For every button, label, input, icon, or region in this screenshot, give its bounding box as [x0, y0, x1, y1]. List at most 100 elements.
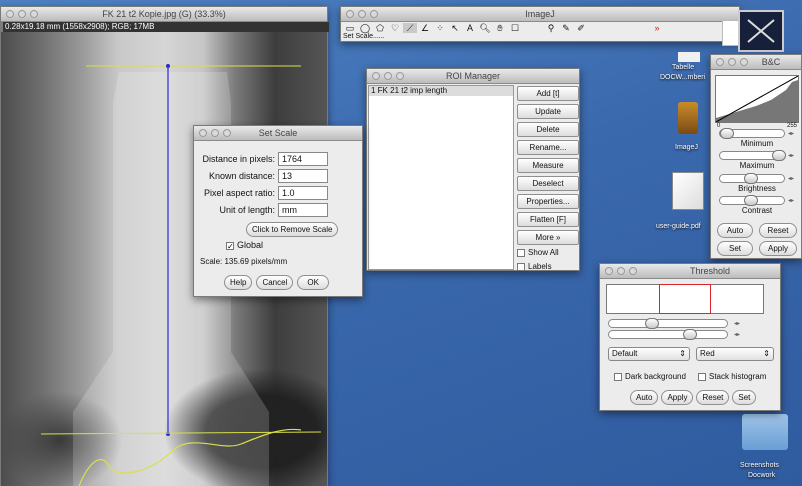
- zoom-light[interactable]: [740, 58, 748, 66]
- zoom-light[interactable]: [370, 10, 378, 18]
- labels-box[interactable]: [517, 262, 525, 271]
- brightness-knob[interactable]: [744, 173, 758, 184]
- threshold-max-knob[interactable]: [683, 329, 697, 340]
- ok-button[interactable]: OK: [297, 275, 329, 290]
- scale-line-start-handle[interactable]: [166, 64, 170, 68]
- zoom-light[interactable]: [396, 72, 404, 80]
- unit-input[interactable]: mm: [278, 202, 328, 217]
- angle-tool-icon[interactable]: ∠: [418, 23, 432, 33]
- roi-list-item[interactable]: 1 FK 21 t2 imp length: [369, 86, 513, 96]
- roi-manager-window[interactable]: ROI Manager 1 FK 21 t2 imp length Add [t…: [366, 68, 580, 271]
- bc-auto-button[interactable]: Auto: [717, 223, 753, 238]
- contrast-knob[interactable]: [744, 195, 758, 206]
- rename-button[interactable]: Rename...: [517, 140, 579, 155]
- close-light[interactable]: [716, 58, 724, 66]
- bc-apply-button[interactable]: Apply: [759, 241, 797, 256]
- pencil-tool-icon[interactable]: ✎: [559, 23, 573, 33]
- zoom-light[interactable]: [30, 10, 38, 18]
- brightness-slider[interactable]: [719, 173, 785, 184]
- stack-histogram-box[interactable]: [698, 372, 706, 381]
- more-tools-icon[interactable]: »: [650, 23, 664, 33]
- bc-set-button[interactable]: Set: [717, 241, 753, 256]
- close-light[interactable]: [372, 72, 380, 80]
- rectangle-tool-icon[interactable]: ▭: [343, 23, 357, 33]
- screenshots-folder-icon[interactable]: [742, 414, 788, 450]
- threshold-window[interactable]: Threshold ◂▸ ◂▸ Default ⇕ Red ⇕ Dark bac…: [599, 263, 781, 411]
- stack-histogram-checkbox[interactable]: Stack histogram: [698, 372, 766, 381]
- close-light[interactable]: [346, 10, 354, 18]
- properties-button[interactable]: Properties...: [517, 194, 579, 209]
- maximum-knob[interactable]: [772, 150, 786, 161]
- minimize-light[interactable]: [18, 10, 26, 18]
- threshold-auto-button[interactable]: Auto: [630, 390, 659, 405]
- minimum-arrows-icon[interactable]: ◂▸: [788, 130, 794, 137]
- minimum-knob[interactable]: [720, 128, 734, 139]
- distance-input[interactable]: 1764: [278, 151, 328, 166]
- contrast-arrows-icon[interactable]: ◂▸: [788, 197, 794, 204]
- threshold-reset-button[interactable]: Reset: [696, 390, 730, 405]
- roi-list[interactable]: 1 FK 21 t2 imp length: [368, 85, 514, 270]
- help-button[interactable]: Help: [224, 275, 253, 290]
- maximum-arrows-icon[interactable]: ◂▸: [788, 152, 794, 159]
- point-tool-icon[interactable]: ⁘: [433, 23, 447, 33]
- wand-tool-icon[interactable]: ↖: [448, 23, 462, 33]
- minimize-light[interactable]: [211, 129, 219, 137]
- add-button[interactable]: Add [t]: [517, 86, 579, 101]
- dark-background-checkbox[interactable]: Dark background: [614, 372, 686, 381]
- close-light[interactable]: [199, 129, 207, 137]
- minimum-slider[interactable]: [719, 128, 785, 139]
- bc-titlebar[interactable]: B&C: [711, 55, 801, 70]
- labels-checkbox[interactable]: Labels: [517, 262, 579, 271]
- global-checkbox[interactable]: Global: [226, 240, 362, 250]
- remove-scale-button[interactable]: Click to Remove Scale: [246, 222, 339, 237]
- imagej-window[interactable]: ImageJ ▭ ◯ ⬠ ♡ ⟋ ∠ ⁘ ↖ A 🔍︎ ✋︎ ☐ ⚲ ✎ ✐ »…: [340, 6, 740, 42]
- maximum-slider[interactable]: [719, 150, 786, 161]
- threshold-apply-button[interactable]: Apply: [661, 390, 694, 405]
- dark-background-box[interactable]: [614, 372, 622, 381]
- update-button[interactable]: Update: [517, 104, 579, 119]
- threshold-max-slider[interactable]: [608, 329, 728, 340]
- threshold-min-slider[interactable]: [608, 318, 728, 329]
- user-guide-icon[interactable]: [672, 172, 704, 210]
- method-select[interactable]: Default ⇕: [608, 347, 690, 361]
- set-scale-dialog[interactable]: Set Scale Distance in pixels: 1764 Known…: [193, 125, 363, 297]
- hand-tool-icon[interactable]: ✋︎: [493, 23, 507, 33]
- tabelle-icon[interactable]: [678, 52, 700, 62]
- threshold-max-arrows-icon[interactable]: ◂▸: [734, 331, 740, 338]
- mode-select[interactable]: Red ⇕: [696, 347, 774, 361]
- bc-reset-button[interactable]: Reset: [759, 223, 797, 238]
- threshold-set-button[interactable]: Set: [732, 390, 757, 405]
- show-all-checkbox[interactable]: Show All: [517, 248, 579, 257]
- magnifier-tool-icon[interactable]: 🔍︎: [478, 23, 492, 33]
- aspect-ratio-input[interactable]: 1.0: [278, 185, 328, 200]
- application-icon[interactable]: [738, 10, 784, 52]
- minimize-light[interactable]: [617, 267, 625, 275]
- minimize-light[interactable]: [728, 58, 736, 66]
- dropper-tool-icon[interactable]: ⚲: [544, 23, 558, 33]
- minimize-light[interactable]: [358, 10, 366, 18]
- zoom-light[interactable]: [629, 267, 637, 275]
- threshold-min-knob[interactable]: [645, 318, 659, 329]
- brightness-arrows-icon[interactable]: ◂▸: [788, 175, 794, 182]
- global-box[interactable]: [226, 241, 234, 250]
- cancel-button[interactable]: Cancel: [256, 275, 294, 290]
- threshold-titlebar[interactable]: Threshold: [600, 264, 780, 279]
- freehand-tool-icon[interactable]: ♡: [388, 23, 402, 33]
- brush-tool-icon[interactable]: ✐: [574, 23, 588, 33]
- imagej-microscope-icon[interactable]: [678, 102, 698, 134]
- known-distance-input[interactable]: 13: [278, 168, 328, 183]
- close-light[interactable]: [6, 10, 14, 18]
- color-picker-tool-icon[interactable]: ☐: [508, 23, 522, 33]
- deselect-button[interactable]: Deselect: [517, 176, 579, 191]
- oval-tool-icon[interactable]: ◯: [358, 23, 372, 33]
- contrast-slider[interactable]: [719, 195, 785, 206]
- image-window-titlebar[interactable]: FK 21 t2 Kopie.jpg (G) (33.3%): [1, 7, 327, 22]
- close-light[interactable]: [605, 267, 613, 275]
- line-tool-icon[interactable]: ⟋: [403, 23, 417, 33]
- polygon-tool-icon[interactable]: ⬠: [373, 23, 387, 33]
- set-scale-titlebar[interactable]: Set Scale: [194, 126, 362, 141]
- flatten-button[interactable]: Flatten [F]: [517, 212, 579, 227]
- bc-window[interactable]: B&C 0 255 ◂▸ Minimum ◂▸ Maximum ◂▸ Brigh…: [710, 54, 802, 259]
- imagej-titlebar[interactable]: ImageJ: [341, 7, 739, 22]
- text-tool-icon[interactable]: A: [463, 23, 477, 33]
